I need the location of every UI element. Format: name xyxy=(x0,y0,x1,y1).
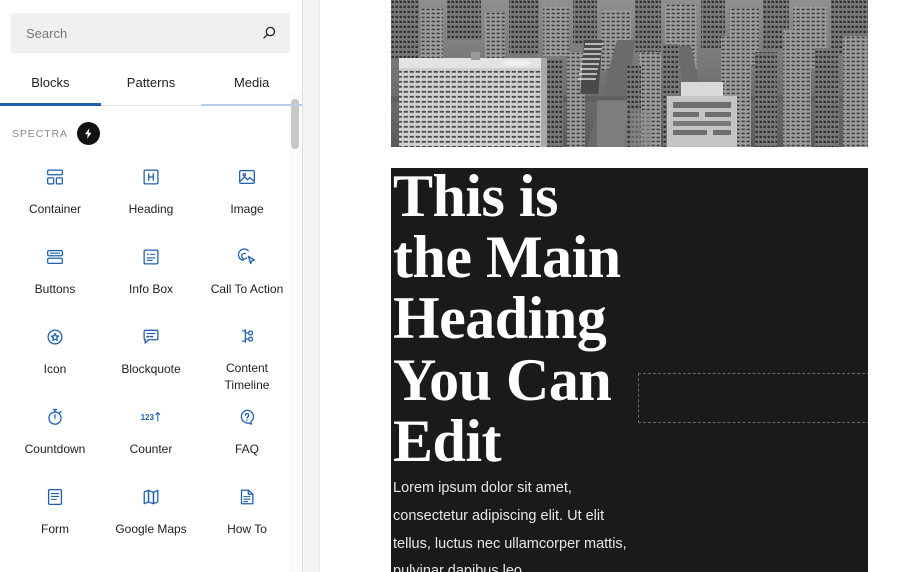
category-header-spectra: SPECTRA xyxy=(0,106,302,155)
blockquote-icon xyxy=(139,325,163,349)
search-input[interactable] xyxy=(12,14,289,52)
block-label: Google Maps xyxy=(115,522,187,536)
content-timeline-icon xyxy=(235,325,259,348)
block-label: Icon xyxy=(43,362,67,376)
block-item-container[interactable]: Container xyxy=(7,155,103,235)
block-label: Call To Action xyxy=(210,282,284,296)
block-item-faq[interactable]: FAQ xyxy=(199,395,295,475)
block-label: Content Timeline xyxy=(224,360,270,393)
cityscape-photo xyxy=(391,0,868,147)
block-list-scroll-area[interactable]: Container Heading Image Buttons Info Box… xyxy=(0,155,302,572)
block-item-image[interactable]: Image xyxy=(199,155,295,235)
block-label: Form xyxy=(41,522,69,536)
tab-blocks-label: Blocks xyxy=(31,74,70,90)
category-title: SPECTRA xyxy=(12,127,68,140)
block-label: Countdown xyxy=(24,442,86,456)
faq-question-icon xyxy=(235,405,259,429)
canvas-gutter xyxy=(303,0,320,572)
block-inserter-sidebar: Blocks Patterns Media SPECTRA xyxy=(0,0,303,572)
how-to-document-icon xyxy=(235,485,259,509)
info-box-icon xyxy=(139,245,163,269)
container-icon xyxy=(43,165,67,189)
block-label: Buttons xyxy=(34,282,76,296)
block-item-blockquote[interactable]: Blockquote xyxy=(103,315,199,395)
block-label: How To xyxy=(227,522,267,536)
map-icon xyxy=(139,485,163,509)
block-item-countdown[interactable]: Countdown xyxy=(7,395,103,475)
search-container xyxy=(0,0,302,53)
block-label: Blockquote xyxy=(121,362,181,376)
page-content: This is the Main Heading You Can Edit Lo… xyxy=(391,0,868,572)
sidebar-scrollbar-thumb[interactable] xyxy=(291,99,299,149)
block-item-call-to-action[interactable]: Call To Action xyxy=(199,235,295,315)
block-item-content-timeline[interactable]: Content Timeline xyxy=(199,315,295,395)
hero-dark-block[interactable]: This is the Main Heading You Can Edit Lo… xyxy=(391,168,868,572)
tab-patterns-label: Patterns xyxy=(126,74,176,90)
block-item-icon[interactable]: Icon xyxy=(7,315,103,395)
block-item-counter[interactable]: 123 Counter xyxy=(103,395,199,475)
form-icon xyxy=(43,485,67,509)
block-item-buttons[interactable]: Buttons xyxy=(7,235,103,315)
heading-icon xyxy=(139,165,163,189)
block-label: Container xyxy=(28,202,82,216)
editor-canvas: This is the Main Heading You Can Edit Lo… xyxy=(303,0,900,572)
inserter-tabs: Blocks Patterns Media xyxy=(0,64,302,106)
block-item-heading[interactable]: Heading xyxy=(103,155,199,235)
tab-media[interactable]: Media xyxy=(201,64,302,106)
block-label: Counter xyxy=(129,442,173,456)
tab-blocks-underline xyxy=(0,103,101,106)
tab-blocks[interactable]: Blocks xyxy=(0,64,101,106)
hero-heading[interactable]: This is the Main Heading You Can Edit xyxy=(393,168,633,472)
image-icon xyxy=(235,165,259,189)
block-item-google-maps[interactable]: Google Maps xyxy=(103,475,199,555)
block-item-how-to[interactable]: How To xyxy=(199,475,295,555)
block-item-form[interactable]: Form xyxy=(7,475,103,555)
hero-cityscape-image[interactable] xyxy=(391,0,868,147)
block-item-info-box[interactable]: Info Box xyxy=(103,235,199,315)
tab-patterns-underline xyxy=(101,104,202,106)
countdown-timer-icon xyxy=(43,405,67,429)
search-icon xyxy=(260,24,278,42)
block-label: Info Box xyxy=(128,282,174,296)
empty-placeholder-block[interactable] xyxy=(638,373,868,423)
svg-text:123: 123 xyxy=(141,413,155,422)
counter-123-icon: 123 xyxy=(139,405,163,429)
call-to-action-icon xyxy=(235,245,259,269)
block-label: FAQ xyxy=(234,442,259,456)
block-label: Heading xyxy=(128,202,174,216)
search-box[interactable] xyxy=(11,13,290,53)
tab-media-label: Media xyxy=(233,74,270,90)
block-editor-screen: Blocks Patterns Media SPECTRA xyxy=(0,0,900,572)
tab-media-underline xyxy=(201,104,302,106)
hero-paragraph[interactable]: Lorem ipsum dolor sit amet, consectetur … xyxy=(393,475,633,572)
sidebar-scrollbar[interactable] xyxy=(289,93,301,572)
star-circle-icon xyxy=(43,325,67,349)
block-grid: Container Heading Image Buttons Info Box… xyxy=(0,155,302,555)
block-label: Image xyxy=(230,202,264,216)
lightning-bolt-icon xyxy=(76,122,100,145)
tab-patterns[interactable]: Patterns xyxy=(101,64,202,106)
buttons-icon xyxy=(43,245,67,269)
